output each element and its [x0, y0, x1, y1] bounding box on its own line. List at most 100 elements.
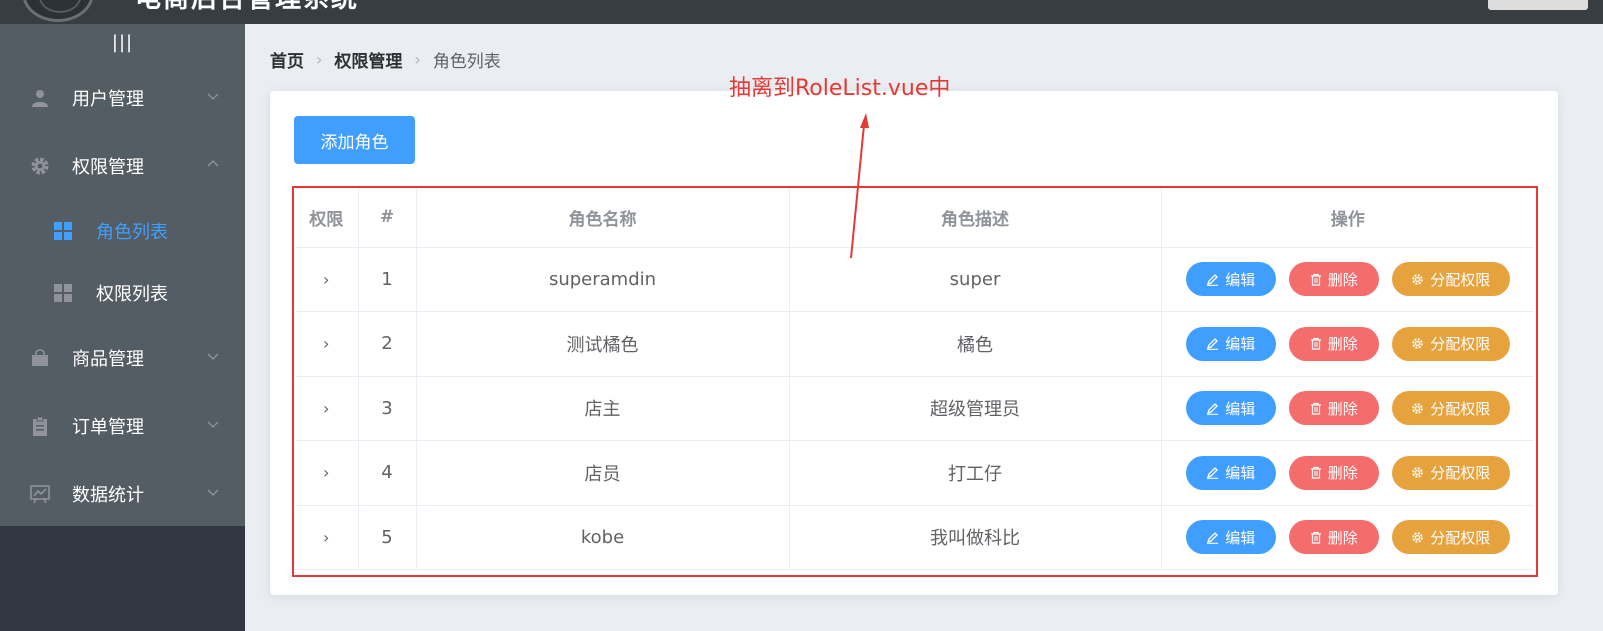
delete-label: 删除 [1327, 271, 1358, 289]
edit-button[interactable]: 编辑 [1185, 326, 1276, 361]
chevron-up-icon [207, 160, 219, 167]
sidebar-subitem-label: 角色列表 [96, 222, 168, 243]
roles-table: 权限 # 角色名称 角色描述 操作 › 1 superamdin super 编辑 删除分… [295, 188, 1534, 570]
add-role-button[interactable]: 添加角色 [294, 116, 415, 164]
breadcrumb: 首页 › 权限管理 › 角色列表 [270, 47, 501, 72]
edit-label: 编辑 [1225, 336, 1256, 354]
breadcrumb-permissions-link[interactable]: 权限管理 [334, 47, 402, 72]
edit-label: 编辑 [1225, 529, 1256, 547]
setting-icon [1411, 531, 1424, 544]
sidebar-subitem-roles[interactable]: 角色列表 [0, 200, 245, 262]
setting-icon [1411, 273, 1424, 286]
sidebar-item-label: 商品管理 [72, 349, 144, 370]
logo [22, 0, 94, 22]
role-index: 4 [358, 440, 417, 506]
chevron-right-icon: › [316, 50, 323, 69]
role-desc: 我叫做科比 [789, 505, 1162, 570]
setting-icon [1411, 402, 1424, 415]
role-index: 5 [358, 505, 417, 570]
chevron-down-icon [207, 93, 219, 100]
trash-icon [1310, 531, 1322, 544]
column-header-index: # [358, 188, 417, 248]
assign-permission-button[interactable]: 分配权限 [1391, 262, 1510, 297]
role-desc: 超级管理员 [789, 376, 1162, 441]
trash-icon [1310, 466, 1322, 479]
column-header-permissions: 权限 [295, 188, 359, 248]
column-header-role-name: 角色名称 [416, 188, 790, 248]
delete-label: 删除 [1327, 400, 1358, 418]
user-icon [30, 88, 50, 108]
app-header: 电商后台管理系统 [0, 0, 1603, 24]
chevron-right-icon: › [414, 50, 421, 69]
role-desc: 橘色 [789, 311, 1162, 377]
expand-cell: › [295, 247, 359, 312]
assign-permission-button[interactable]: 分配权限 [1391, 520, 1510, 555]
chevron-down-icon [207, 353, 219, 360]
delete-button[interactable]: 删除 [1288, 391, 1379, 426]
delete-button[interactable]: 删除 [1288, 262, 1379, 297]
edit-button[interactable]: 编辑 [1185, 391, 1276, 426]
sidebar-subitem-rights[interactable]: 权限列表 [0, 262, 245, 324]
role-index: 2 [358, 311, 417, 377]
assign-label: 分配权限 [1430, 465, 1491, 483]
chevron-right-icon[interactable]: › [323, 528, 329, 547]
assign-permission-button[interactable]: 分配权限 [1391, 391, 1510, 426]
delete-button[interactable]: 删除 [1288, 326, 1379, 361]
chevron-right-icon[interactable]: › [323, 399, 329, 418]
edit-button[interactable]: 编辑 [1185, 455, 1276, 490]
edit-button[interactable]: 编辑 [1185, 262, 1276, 297]
role-desc: 打工仔 [789, 440, 1162, 506]
sidebar-menu: ||| 用户管理 权限管理 角色列表 权限列表 商品管理 订单管理 数据统计 [0, 24, 245, 526]
grid-icon [54, 222, 72, 240]
role-name: 店员 [416, 440, 790, 506]
collapse-toggle-button[interactable]: ||| [0, 24, 245, 64]
actions-cell: 编辑 删除 分配权限 [1161, 376, 1534, 441]
table-row: › 1 superamdin super 编辑 删除 分配权限 [295, 247, 1534, 312]
sidebar-item-orders[interactable]: 订单管理 [0, 392, 245, 460]
edit-label: 编辑 [1225, 271, 1256, 289]
actions-cell: 编辑 删除 分配权限 [1161, 311, 1534, 377]
sidebar-item-label: 数据统计 [72, 485, 144, 506]
main-content: 首页 › 权限管理 › 角色列表 添加角色 权限 # 角色名称 角色描述 操作 … [245, 24, 1603, 631]
edit-icon [1206, 531, 1219, 544]
actions-cell: 编辑 删除 分配权限 [1161, 247, 1534, 312]
edit-label: 编辑 [1225, 400, 1256, 418]
delete-button[interactable]: 删除 [1288, 520, 1379, 555]
table-row: › 4 店员 打工仔 编辑 删除 分配权限 [295, 440, 1534, 506]
bag-icon [30, 348, 50, 368]
breadcrumb-home-link[interactable]: 首页 [270, 47, 304, 72]
setting-icon [1411, 466, 1424, 479]
table-row: › 2 测试橘色 橘色 编辑 删除 分配权限 [295, 311, 1534, 377]
assign-permission-button[interactable]: 分配权限 [1391, 326, 1510, 361]
delete-button[interactable]: 删除 [1288, 455, 1379, 490]
gear-icon [30, 156, 50, 176]
sidebar: ||| 用户管理 权限管理 角色列表 权限列表 商品管理 订单管理 数据统计 [0, 24, 245, 631]
assign-label: 分配权限 [1430, 336, 1491, 354]
chevron-right-icon[interactable]: › [323, 463, 329, 482]
assign-permission-button[interactable]: 分配权限 [1391, 455, 1510, 490]
role-index: 3 [358, 376, 417, 441]
edit-button[interactable]: 编辑 [1185, 520, 1276, 555]
sidebar-item-reports[interactable]: 数据统计 [0, 460, 245, 528]
trash-icon [1310, 402, 1322, 415]
edit-icon [1206, 273, 1219, 286]
expand-cell: › [295, 311, 359, 377]
role-index: 1 [358, 247, 417, 312]
chevron-right-icon[interactable]: › [323, 334, 329, 353]
logout-button[interactable] [1488, 0, 1588, 10]
sidebar-subitem-label: 权限列表 [96, 284, 168, 305]
delete-label: 删除 [1327, 336, 1358, 354]
edit-icon [1206, 402, 1219, 415]
sidebar-item-permissions[interactable]: 权限管理 [0, 132, 245, 200]
delete-label: 删除 [1327, 465, 1358, 483]
sidebar-item-goods[interactable]: 商品管理 [0, 324, 245, 392]
trash-icon [1310, 273, 1322, 286]
annotation-text: 抽离到RoleList.vue中 [729, 76, 951, 101]
column-header-role-desc: 角色描述 [789, 188, 1162, 248]
sidebar-item-label: 订单管理 [72, 417, 144, 438]
setting-icon [1411, 337, 1424, 350]
clipboard-icon [30, 416, 50, 436]
expand-cell: › [295, 440, 359, 506]
chevron-right-icon[interactable]: › [323, 270, 329, 289]
sidebar-item-users[interactable]: 用户管理 [0, 64, 245, 132]
